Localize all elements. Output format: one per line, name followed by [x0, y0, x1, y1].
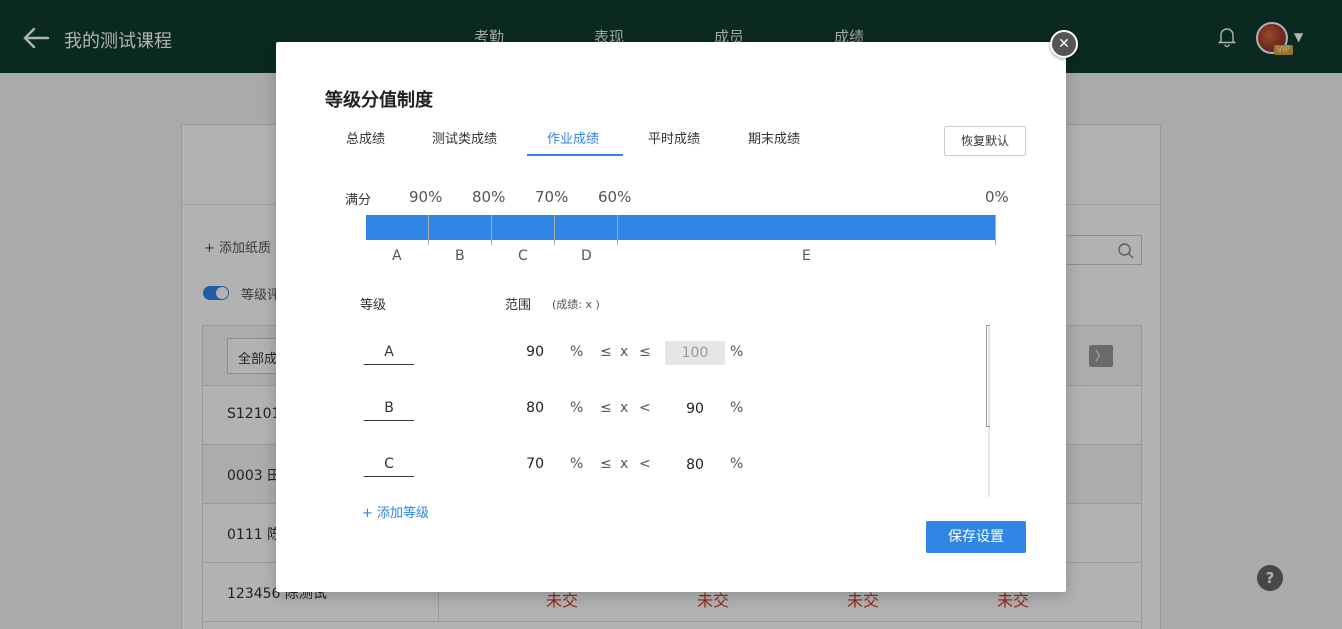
scale-label-0: 0% — [985, 188, 1009, 206]
close-icon[interactable]: ✕ — [1050, 30, 1078, 58]
grade-min-field[interactable]: 70 — [512, 453, 544, 475]
operator-upper: < — [639, 456, 651, 472]
grade-name-field[interactable]: C — [364, 453, 414, 477]
range-column-header: 范围 — [505, 298, 532, 313]
add-grade-link[interactable]: + 添加等级 — [362, 502, 429, 521]
tab-tests[interactable]: 测试类成绩 — [432, 128, 497, 156]
scale-label-80: 80% — [472, 188, 506, 206]
variable-x: x — [620, 344, 629, 360]
variable-x: x — [620, 456, 629, 472]
operator-upper: ≤ — [639, 344, 651, 360]
save-settings-button[interactable]: 保存设置 — [926, 521, 1026, 553]
grade-scale-dialog: 等级分值制度 总成绩 测试类成绩 作业成绩 平时成绩 期末成绩 恢复默认 满分 … — [276, 42, 1066, 592]
variable-x: x — [620, 400, 629, 416]
scale-tick — [428, 215, 429, 245]
operator-upper: < — [639, 400, 651, 416]
scale-grade-c: C — [518, 248, 528, 264]
operator-lower: ≤ — [600, 400, 612, 416]
scale-tick — [617, 215, 618, 245]
percent-sign: % — [570, 456, 584, 472]
grade-min-field[interactable]: 80 — [512, 397, 544, 419]
grade-max-field: 100 — [665, 341, 725, 365]
grade-max-field: 80 — [686, 457, 704, 473]
active-tab-indicator — [527, 154, 623, 156]
tab-final[interactable]: 期末成绩 — [748, 128, 800, 156]
scale-grade-e: E — [802, 248, 811, 264]
scale-label-70: 70% — [535, 188, 569, 206]
scale-grade-d: D — [581, 248, 592, 264]
restore-default-button[interactable]: 恢复默认 — [944, 126, 1026, 156]
grade-min-field[interactable]: 90 — [512, 341, 544, 363]
scale-grade-b: B — [455, 248, 465, 264]
grade-row: B 80 % ≤ x < 90 % — [276, 397, 976, 437]
tab-daily[interactable]: 平时成绩 — [648, 128, 700, 156]
scale-tick — [491, 215, 492, 245]
grade-column-header: 等级 — [360, 298, 387, 313]
scale-grade-a: A — [392, 248, 402, 264]
grade-row: A 90 % ≤ x ≤ 100 % — [276, 341, 976, 381]
tab-homework[interactable]: 作业成绩 — [547, 128, 599, 156]
scale-tick — [554, 215, 555, 245]
grade-scale-bar — [366, 215, 996, 240]
grade-max-field: 90 — [686, 401, 704, 417]
scrollbar-thumb[interactable] — [986, 325, 990, 427]
operator-lower: ≤ — [600, 456, 612, 472]
operator-lower: ≤ — [600, 344, 612, 360]
percent-sign: % — [570, 400, 584, 416]
percent-sign: % — [730, 344, 744, 360]
scale-label-90: 90% — [409, 188, 443, 206]
scale-label-60: 60% — [598, 188, 632, 206]
percent-sign: % — [570, 344, 584, 360]
range-hint: (成绩: x ) — [552, 298, 600, 311]
percent-sign: % — [730, 456, 744, 472]
percent-sign: % — [730, 400, 744, 416]
grade-row: C 70 % ≤ x < 80 % — [276, 453, 976, 493]
full-score-label: 满分 — [345, 193, 372, 208]
scale-tick — [995, 215, 996, 245]
grade-name-field[interactable]: B — [364, 397, 414, 421]
tab-total[interactable]: 总成绩 — [346, 128, 385, 156]
grade-name-field[interactable]: A — [364, 341, 414, 365]
dialog-title: 等级分值制度 — [325, 90, 433, 111]
